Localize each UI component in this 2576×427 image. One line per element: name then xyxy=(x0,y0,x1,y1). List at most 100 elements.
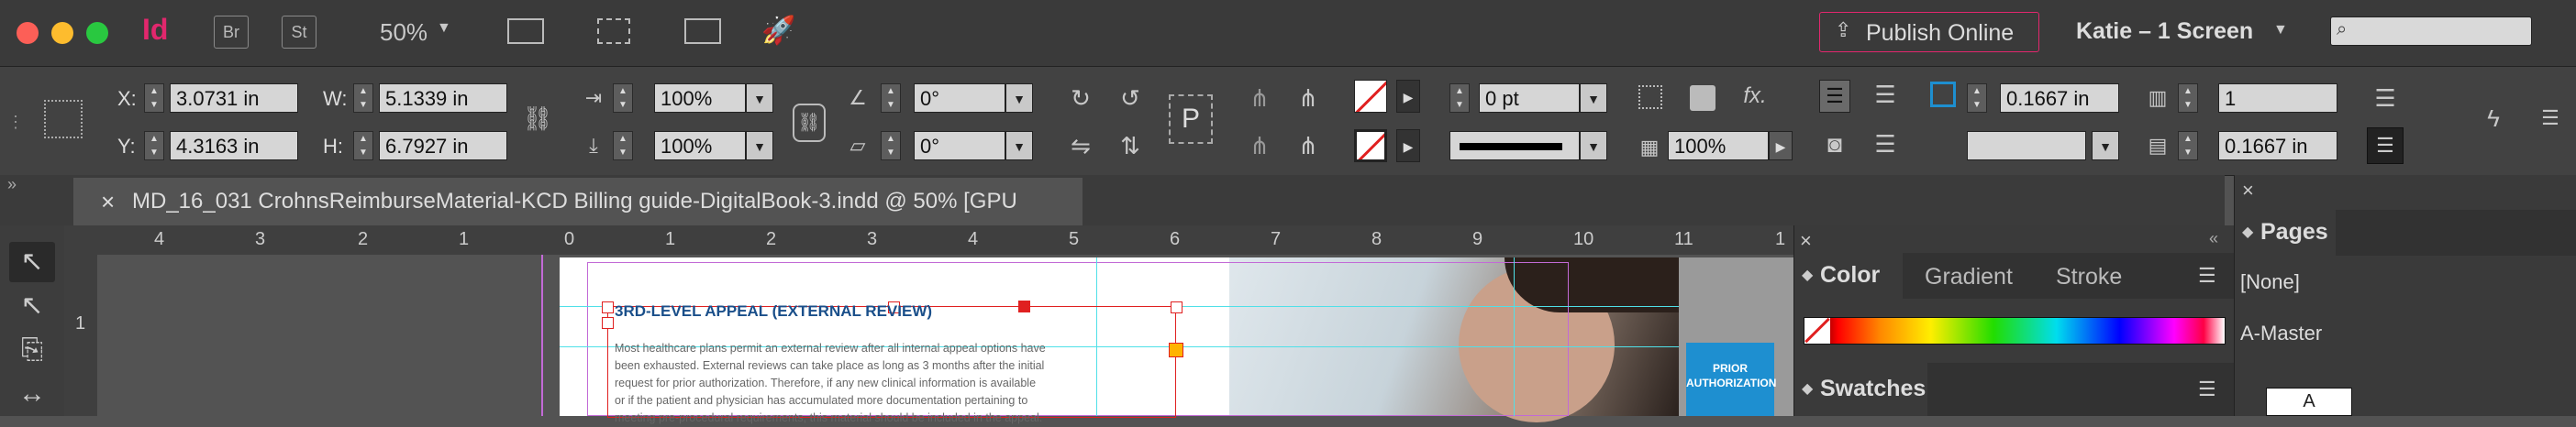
effects-icon[interactable]: fx. xyxy=(1737,82,1773,111)
panel-menu-icon[interactable]: ☰ xyxy=(2534,104,2567,133)
rotate-ccw-icon[interactable]: ↺ xyxy=(1114,83,1147,113)
minimize-window-button[interactable] xyxy=(51,22,73,44)
tab-stroke[interactable]: Stroke xyxy=(2056,264,2122,290)
collapse-icon[interactable]: ◆ xyxy=(1802,379,1813,398)
collapse-icon[interactable]: ◆ xyxy=(1802,266,1813,284)
reference-point-icon[interactable] xyxy=(44,100,83,138)
stroke-weight-stepper[interactable]: ▲ ▼ xyxy=(1449,83,1470,113)
inset-top-field[interactable]: 0.1667 in xyxy=(2000,83,2119,113)
inset-top-stepper[interactable]: ▲ ▼ xyxy=(1967,83,1987,113)
direction-icon[interactable]: P xyxy=(1169,94,1213,144)
workspace-switcher[interactable]: Katie – 1 Screen xyxy=(2076,18,2253,45)
scale-x-stepper[interactable]: ▲ ▼ xyxy=(613,83,633,113)
content-grabber[interactable] xyxy=(1018,301,1030,312)
gutter-field[interactable]: 0.1667 in xyxy=(2218,131,2337,160)
page-tool-icon[interactable]: ⎘ xyxy=(9,330,55,370)
tab-pages[interactable]: ◆ Pages xyxy=(2235,210,2336,256)
zoom-level[interactable]: 50% xyxy=(380,18,427,47)
screen-mode-icon[interactable] xyxy=(597,18,630,44)
w-stepper[interactable]: ▲ ▼ xyxy=(353,83,373,113)
rotate-cw-icon[interactable]: ↻ xyxy=(1064,83,1097,113)
page-thumbnail[interactable]: A xyxy=(2266,388,2352,416)
x-stepper[interactable]: ▲ ▼ xyxy=(144,83,164,113)
select-previous-icon[interactable]: ⋔ xyxy=(1243,131,1276,160)
gutter-stepper[interactable]: ▲ ▼ xyxy=(2178,131,2198,160)
scale-x-dropdown[interactable]: ▼ xyxy=(746,83,773,113)
collapse-panel-icon[interactable]: « xyxy=(2209,229,2218,248)
bridge-button[interactable]: Br xyxy=(214,16,249,49)
vertical-ruler[interactable]: 1 xyxy=(64,255,98,416)
close-tab-icon[interactable]: × xyxy=(101,178,115,225)
color-spectrum[interactable] xyxy=(1804,317,2226,345)
select-container-icon[interactable]: ⋔ xyxy=(1243,83,1276,113)
select-next-icon[interactable]: ⋔ xyxy=(1292,131,1325,160)
drop-shadow-icon[interactable] xyxy=(1690,85,1715,111)
stroke-menu-button[interactable]: ▶ xyxy=(1396,129,1420,162)
scale-y-dropdown[interactable]: ▼ xyxy=(746,131,773,160)
flip-horizontal-icon[interactable]: ⇋ xyxy=(1064,131,1097,160)
columns-field[interactable]: 1 xyxy=(2218,83,2337,113)
tab-gradient[interactable]: Gradient xyxy=(1925,264,2013,290)
none-swatch-icon[interactable] xyxy=(1804,317,1830,344)
paragraph-align-icon[interactable]: ☰ xyxy=(2367,127,2404,164)
column-rule-field[interactable] xyxy=(1967,131,2086,160)
in-port[interactable] xyxy=(602,317,614,329)
scale-y-field[interactable]: 100% xyxy=(654,131,746,160)
flip-vertical-icon[interactable]: ⇅ xyxy=(1114,131,1147,160)
quick-apply-icon[interactable]: ϟ xyxy=(2477,104,2510,133)
scale-y-stepper[interactable]: ▲ ▼ xyxy=(613,131,633,160)
x-field[interactable]: 3.0731 in xyxy=(170,83,298,113)
scale-x-field[interactable]: 100% xyxy=(654,83,746,113)
close-panel-icon[interactable]: × xyxy=(2242,179,2254,203)
rotation-stepper[interactable]: ▲ ▼ xyxy=(881,83,901,113)
h-stepper[interactable]: ▲ ▼ xyxy=(353,131,373,160)
frame-handle[interactable] xyxy=(602,301,614,313)
chevron-down-icon[interactable]: ▼ xyxy=(2273,22,2288,38)
chevron-down-icon[interactable]: ▼ xyxy=(437,20,451,37)
pages-item-none[interactable]: [None] xyxy=(2240,270,2300,294)
tab-swatches[interactable]: ◆ Swatches xyxy=(1794,363,1927,416)
columns-stepper[interactable]: ▲ ▼ xyxy=(2178,83,2198,113)
inset-spacing-icon[interactable] xyxy=(1930,82,1956,107)
document-page[interactable]: 3RD-LEVEL APPEAL (EXTERNAL REVIEW) Most … xyxy=(560,257,1679,424)
select-content-icon[interactable]: ⋔ xyxy=(1292,83,1325,113)
gpu-performance-icon[interactable]: 🚀 xyxy=(761,15,795,47)
text-frame-options-icon[interactable]: ☰ xyxy=(2367,83,2404,113)
tab-document[interactable]: × MD_16_031 CrohnsReimburseMaterial-KCD … xyxy=(73,178,1083,261)
publish-online-button[interactable]: ⇪ Publish Online xyxy=(1819,12,2039,52)
prior-authorization-tab[interactable]: PRIOR AUTHORIZATION xyxy=(1686,343,1776,416)
out-port[interactable] xyxy=(1169,343,1183,357)
w-field[interactable]: 5.1339 in xyxy=(379,83,507,113)
panel-menu-icon[interactable]: ☰ xyxy=(2198,264,2216,288)
justify-vertical-icon[interactable]: ☰ xyxy=(1870,129,1901,159)
align-center-icon[interactable]: ☰ xyxy=(1870,80,1901,109)
rotation-dropdown[interactable]: ▼ xyxy=(1005,83,1033,113)
pages-item-a-master[interactable]: A-Master xyxy=(2240,322,2322,345)
rotation-field[interactable]: 0° xyxy=(914,83,1005,113)
stroke-weight-dropdown[interactable]: ▼ xyxy=(1580,83,1607,113)
link-icon[interactable]: ⛓ xyxy=(793,104,826,142)
expand-toolbox-icon[interactable]: » xyxy=(7,175,17,194)
stroke-type-dropdown[interactable]: ▼ xyxy=(1580,131,1607,160)
search-input[interactable]: ⌕ xyxy=(2330,16,2532,46)
collapse-icon[interactable]: ◆ xyxy=(2242,223,2253,241)
zoom-window-button[interactable] xyxy=(86,22,108,44)
arrange-documents-icon[interactable] xyxy=(684,18,721,44)
stroke-weight-field[interactable]: 0 pt xyxy=(1479,83,1580,113)
align-top-icon[interactable]: ☰ xyxy=(1819,80,1850,113)
horizontal-ruler[interactable]: 4 3 2 1 0 1 2 3 4 5 6 7 8 9 10 11 1 xyxy=(64,225,1793,256)
selection-tool-icon[interactable]: ↖ xyxy=(9,242,55,282)
panel-grip-icon[interactable]: ⋮ xyxy=(7,113,24,132)
y-field[interactable]: 4.3163 in xyxy=(170,131,298,160)
stroke-type-field[interactable] xyxy=(1449,131,1580,160)
fill-menu-button[interactable]: ▶ xyxy=(1396,80,1420,113)
close-window-button[interactable] xyxy=(17,22,39,44)
close-panel-icon[interactable]: × xyxy=(1800,229,1812,253)
column-rule-dropdown[interactable]: ▼ xyxy=(2092,131,2119,160)
shear-dropdown[interactable]: ▼ xyxy=(1005,131,1033,160)
view-options-icon[interactable] xyxy=(507,18,544,44)
text-wrap-icon[interactable]: ◙ xyxy=(1819,129,1850,159)
opacity-field[interactable]: 100% xyxy=(1668,131,1769,160)
corner-options-icon[interactable] xyxy=(1638,85,1662,109)
shear-field[interactable]: 0° xyxy=(914,131,1005,160)
